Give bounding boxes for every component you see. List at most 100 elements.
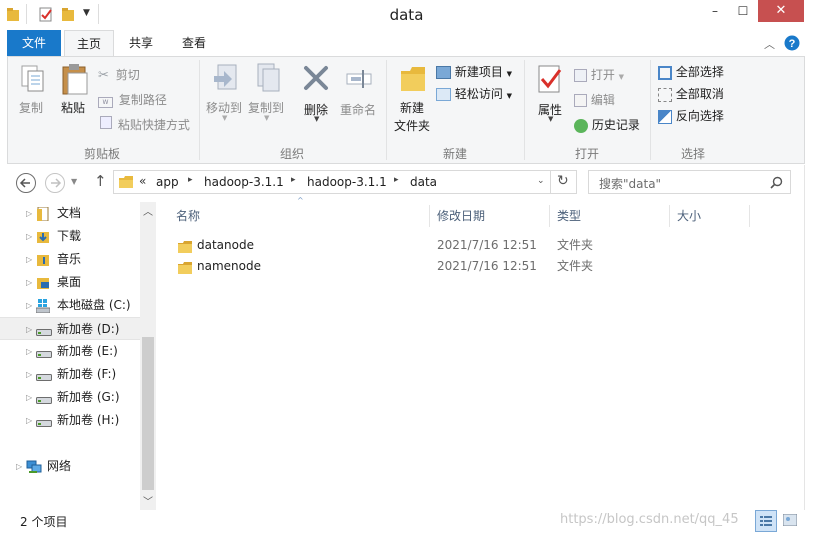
nav-item-4[interactable]: ▷ 桌面: [0, 271, 140, 294]
new-folder-button[interactable]: 新建 文件夹: [392, 62, 434, 134]
details-view-button[interactable]: [755, 510, 777, 532]
address-dropdown-icon[interactable]: ⌄: [537, 176, 545, 186]
file-row[interactable]: datanode 2021/7/16 12:51 文件夹: [170, 235, 610, 256]
group-divider: [650, 60, 651, 160]
maximize-button[interactable]: ☐: [728, 0, 758, 22]
expand-arrow-icon[interactable]: ▷: [16, 455, 22, 478]
expand-arrow-icon[interactable]: ▷: [26, 340, 32, 363]
nav-item-10[interactable]: ▷ 新加卷 (H:): [0, 409, 140, 432]
easy-access-icon: [436, 88, 451, 101]
close-button[interactable]: ✕: [758, 0, 804, 22]
breadcrumb-hadoop-2[interactable]: hadoop-3.1.1: [307, 175, 387, 189]
expand-arrow-icon[interactable]: ▷: [26, 248, 32, 271]
expand-arrow-icon[interactable]: ▷: [26, 294, 32, 317]
nav-item-9[interactable]: ▷ 新加卷 (G:): [0, 386, 140, 409]
breadcrumb-separator-icon[interactable]: ▸: [188, 175, 193, 185]
help-icon[interactable]: ?: [784, 35, 800, 51]
nav-item-2[interactable]: ▷ 下载: [0, 225, 140, 248]
breadcrumb-app[interactable]: app: [156, 175, 179, 189]
nav-scroll-thumb[interactable]: [142, 337, 154, 490]
file-date: 2021/7/16 12:51: [437, 259, 537, 273]
search-box[interactable]: 搜索"data": [588, 170, 791, 194]
nav-item-3[interactable]: ▷ 音乐: [0, 248, 140, 271]
copy-to-button[interactable]: 复制到 ▼: [248, 62, 288, 122]
nav-item-label: 本地磁盘 (C:): [57, 298, 131, 312]
search-icon[interactable]: [770, 176, 783, 189]
expand-arrow-icon[interactable]: ▷: [26, 202, 32, 225]
watermark-text: https://blog.csdn.net/qq_45: [560, 512, 739, 527]
expand-arrow-icon[interactable]: ▷: [26, 386, 32, 409]
invert-selection-button[interactable]: 反向选择: [658, 107, 724, 124]
expand-arrow-icon[interactable]: ▷: [26, 363, 32, 386]
properties-button[interactable]: 属性 ▼: [530, 62, 570, 124]
cut-button[interactable]: ✂ 剪切: [98, 66, 140, 83]
nav-item-1[interactable]: ▷ 文档: [0, 202, 140, 225]
open-button[interactable]: 打开 ▼: [574, 66, 624, 83]
easy-access-button[interactable]: 轻松访问 ▼: [436, 85, 512, 102]
nav-item-5[interactable]: ▷ 本地磁盘 (C:): [0, 294, 140, 317]
dropdown-arrow-icon: ▼: [314, 115, 320, 123]
breadcrumb-data[interactable]: data: [410, 175, 437, 189]
scroll-down-icon[interactable]: ﹀: [143, 493, 153, 508]
column-divider[interactable]: [669, 205, 670, 227]
paste-button[interactable]: 粘贴: [56, 62, 92, 120]
column-divider[interactable]: [549, 205, 550, 227]
file-row[interactable]: namenode 2021/7/16 12:51 文件夹: [170, 256, 610, 277]
clipboard-group-label: 剪贴板: [83, 147, 120, 161]
column-header-date[interactable]: 修改日期: [437, 206, 485, 226]
invert-selection-icon: [658, 109, 672, 124]
new-folder-label-2: 文件夹: [394, 119, 431, 133]
column-header-size[interactable]: 大小: [677, 206, 701, 226]
expand-arrow-icon[interactable]: ▷: [26, 318, 32, 341]
large-icons-view-button[interactable]: [779, 510, 801, 532]
paste-shortcut-button[interactable]: 粘贴快捷方式: [100, 116, 190, 133]
history-button[interactable]: 历史记录: [574, 116, 640, 133]
select-none-button[interactable]: 全部取消: [658, 85, 724, 102]
expand-arrow-icon[interactable]: ▷: [26, 271, 32, 294]
nav-item-11[interactable]: ▷ 网络: [0, 455, 140, 478]
tab-file[interactable]: 文件: [7, 30, 61, 56]
new-item-button[interactable]: 新建项目 ▼: [436, 63, 512, 80]
expand-arrow-icon[interactable]: ▷: [26, 225, 32, 248]
tab-view[interactable]: 查看: [170, 30, 218, 56]
nav-item-8[interactable]: ▷ 新加卷 (F:): [0, 363, 140, 386]
tab-share[interactable]: 共享: [118, 30, 164, 56]
minimize-button[interactable]: –: [700, 0, 730, 22]
breadcrumb-separator-icon[interactable]: ▸: [291, 175, 296, 185]
scroll-up-icon[interactable]: ︿: [143, 203, 153, 218]
copy-to-icon: [257, 63, 280, 92]
expand-arrow-icon[interactable]: ▷: [26, 409, 32, 432]
column-header-name[interactable]: 名称: [176, 206, 200, 226]
copy-path-button[interactable]: W 复制路径: [98, 91, 167, 108]
delete-button[interactable]: 删除 ▼: [296, 62, 336, 123]
column-divider[interactable]: [429, 205, 430, 227]
address-bar[interactable]: « app ▸ hadoop-3.1.1 ▸ hadoop-3.1.1 ▸ da…: [113, 170, 551, 194]
collapse-ribbon-icon[interactable]: ︿: [764, 36, 775, 52]
forward-button[interactable]: [44, 172, 66, 194]
refresh-button[interactable]: ↻: [551, 170, 577, 194]
breadcrumb-hadoop-1[interactable]: hadoop-3.1.1: [204, 175, 284, 189]
up-arrow-icon[interactable]: ↑: [94, 172, 107, 190]
nav-item-7[interactable]: ▷ 新加卷 (E:): [0, 340, 140, 363]
paste-shortcut-icon: [100, 116, 112, 129]
sort-ascending-icon: ^: [297, 196, 304, 205]
recent-locations-chevron-icon[interactable]: ▼: [71, 177, 77, 186]
move-to-button[interactable]: 移动到 ▼: [206, 62, 246, 122]
back-button[interactable]: [15, 172, 37, 194]
tab-home[interactable]: 主页: [64, 30, 114, 57]
overflow-chevron[interactable]: «: [139, 174, 146, 188]
new-item-icon: [436, 66, 451, 79]
folder-icon: [178, 239, 192, 253]
rename-button[interactable]: 重命名: [340, 62, 380, 122]
select-none-icon: [658, 87, 672, 102]
refresh-icon: ↻: [557, 173, 569, 189]
breadcrumb-separator-icon[interactable]: ▸: [394, 175, 399, 185]
column-divider[interactable]: [749, 205, 750, 227]
nav-item-6[interactable]: ▷ 新加卷 (D:): [0, 317, 140, 340]
edit-button[interactable]: 编辑: [574, 91, 615, 108]
select-all-button[interactable]: 全部选择: [658, 63, 724, 80]
search-input[interactable]: 搜索"data": [599, 175, 661, 192]
drive-icon: [36, 413, 52, 428]
column-header-type[interactable]: 类型: [557, 206, 581, 226]
copy-button[interactable]: 复制: [14, 62, 52, 120]
